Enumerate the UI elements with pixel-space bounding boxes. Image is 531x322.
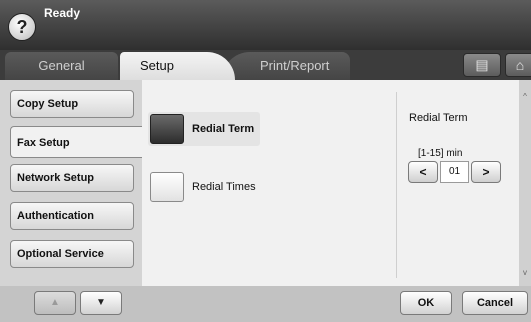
tab-general[interactable]: General xyxy=(5,52,118,80)
increment-button[interactable]: > xyxy=(471,161,501,183)
redial-term-value[interactable]: 01 xyxy=(440,161,469,183)
range-label: [1-15] min xyxy=(418,148,463,159)
home-button[interactable]: ⌂ xyxy=(505,53,531,77)
option-label: Redial Times xyxy=(192,181,256,193)
sidebar: Copy Setup Fax Setup Network Setup Authe… xyxy=(0,80,144,286)
cancel-button[interactable]: Cancel xyxy=(462,291,528,315)
job-status-icon: ▤ xyxy=(475,56,489,73)
help-icon[interactable]: ? xyxy=(8,13,36,41)
option-redial-term[interactable]: Redial Term xyxy=(148,112,260,146)
home-icon: ⌂ xyxy=(515,57,525,73)
job-status-button[interactable]: ▤ xyxy=(463,53,501,77)
detail-title: Redial Term xyxy=(409,112,468,124)
sidebar-item-fax-setup[interactable]: Fax Setup xyxy=(10,126,144,158)
scroll-down-icon[interactable]: v xyxy=(519,266,531,280)
sidebar-item-optional-service[interactable]: Optional Service xyxy=(10,240,134,268)
option-label: Redial Term xyxy=(192,123,255,135)
sidebar-item-authentication[interactable]: Authentication xyxy=(10,202,134,230)
scroll-up-icon[interactable]: ^ xyxy=(519,90,531,104)
sidebar-item-network-setup[interactable]: Network Setup xyxy=(10,164,134,192)
ok-button[interactable]: OK xyxy=(400,291,452,315)
panel-divider xyxy=(396,92,397,278)
status-bar: ? Ready xyxy=(0,0,531,50)
option-indicator xyxy=(150,172,184,202)
option-indicator xyxy=(150,114,184,144)
page-down-button[interactable]: ▼ xyxy=(80,291,122,315)
option-redial-times[interactable]: Redial Times xyxy=(148,170,268,204)
sidebar-item-copy-setup[interactable]: Copy Setup xyxy=(10,90,134,118)
scrollbar[interactable]: ^ v xyxy=(519,80,531,286)
tab-bar: General Print/Report Setup ▤ ⌂ xyxy=(0,50,531,80)
page-up-button[interactable]: ▲ xyxy=(34,291,76,315)
status-text: Ready xyxy=(44,6,81,20)
tab-print-report[interactable]: Print/Report xyxy=(222,52,350,80)
main-panel: Redial Term Redial Times Redial Term [1-… xyxy=(142,80,519,286)
decrement-button[interactable]: < xyxy=(408,161,438,183)
bottom-bar: ▲ ▼ OK Cancel xyxy=(0,286,531,322)
device-screen: ? Ready General Print/Report Setup ▤ ⌂ C… xyxy=(0,0,531,322)
tab-setup[interactable]: Setup xyxy=(120,52,235,80)
